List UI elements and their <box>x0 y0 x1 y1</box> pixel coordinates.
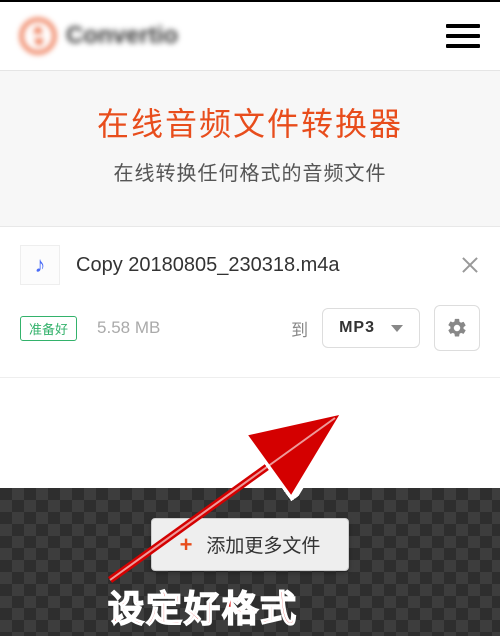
format-value: MP3 <box>339 319 375 337</box>
settings-button[interactable] <box>434 305 480 351</box>
logo[interactable]: Convertio <box>20 18 178 54</box>
footer: + 添加更多文件 <box>0 488 500 636</box>
add-more-button[interactable]: + 添加更多文件 <box>151 518 350 571</box>
file-name: Copy 20180805_230318.m4a <box>76 254 444 277</box>
file-meta-row: 准备好 5.58 MB 到 MP3 <box>0 285 500 378</box>
format-select[interactable]: MP3 <box>322 308 420 348</box>
status-badge: 准备好 <box>20 316 77 341</box>
plus-icon: + <box>180 534 193 556</box>
page-title: 在线音频文件转换器 <box>10 99 490 145</box>
file-row: ♪ Copy 20180805_230318.m4a <box>0 227 500 285</box>
gear-icon <box>446 317 468 339</box>
to-label: 到 <box>291 316 308 341</box>
header: Convertio <box>0 2 500 71</box>
brand-name: Convertio <box>66 22 178 50</box>
music-note-icon: ♪ <box>20 245 60 285</box>
file-size: 5.58 MB <box>97 318 160 338</box>
logo-icon <box>20 18 56 54</box>
add-more-label: 添加更多文件 <box>206 531 320 558</box>
chevron-down-icon <box>391 325 403 332</box>
page-subtitle: 在线转换任何格式的音频文件 <box>10 157 490 186</box>
hero: 在线音频文件转换器 在线转换任何格式的音频文件 <box>0 71 500 227</box>
menu-icon[interactable] <box>446 24 480 48</box>
close-icon[interactable] <box>460 255 480 275</box>
